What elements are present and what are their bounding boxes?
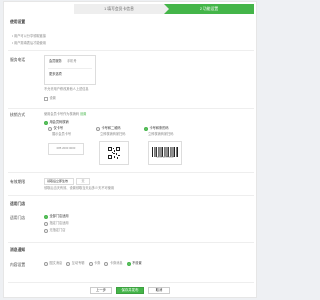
card-number-preview: 085 2000 0000 bbox=[48, 143, 84, 155]
content-option-5[interactable]: 不设置 bbox=[126, 261, 142, 266]
code-option-radio[interactable] bbox=[44, 121, 48, 125]
code-col-3-desc: 立即核销商家扫码 bbox=[148, 132, 174, 136]
services-field-2[interactable]: 手机号 bbox=[67, 59, 77, 64]
services-divider bbox=[48, 68, 92, 69]
content-option-2[interactable]: 互动专辑 bbox=[66, 261, 85, 266]
code-col-2-title: 卡号和二维码 bbox=[101, 126, 121, 131]
content-option-1-label: 图文消息 bbox=[49, 261, 63, 266]
code-col-3-title: 卡号和条形码 bbox=[149, 126, 169, 131]
expire-label: 有效期限 bbox=[10, 180, 26, 184]
save-publish-button[interactable]: 保存并发布 bbox=[116, 287, 144, 294]
step-1[interactable]: 1 填写会员卡信息 bbox=[74, 4, 169, 14]
store-option-2-label: 指定门店适用 bbox=[49, 221, 69, 226]
code-col-3-radio[interactable] bbox=[144, 127, 148, 131]
store-option-3-label: 无指定门店 bbox=[49, 228, 66, 233]
prev-button[interactable]: 上一步 bbox=[90, 287, 112, 294]
qrcode-icon bbox=[108, 147, 120, 159]
store-label: 适用门店 bbox=[10, 216, 26, 220]
code-type-label: 核销方式 bbox=[10, 113, 26, 117]
code-col-1-radio[interactable] bbox=[48, 127, 52, 131]
code-type-subtitle: 使用会员卡号作为核销码 设置 bbox=[44, 112, 86, 117]
content-option-5-radio[interactable] bbox=[126, 262, 131, 266]
store-option-3-radio[interactable] bbox=[44, 229, 48, 233]
services-label: 服务电话 bbox=[10, 58, 26, 62]
content-label: 内容设置 bbox=[10, 263, 26, 267]
code-option-label: 用会员码核销 bbox=[49, 120, 69, 125]
barcode-number: 1234 5678 9012 bbox=[156, 155, 174, 159]
store-options: 全部门店适用 指定门店适用 无指定门店 bbox=[44, 214, 69, 233]
expire-select[interactable]: 领取后立即生效 bbox=[44, 178, 74, 185]
qr-preview bbox=[99, 141, 129, 165]
step-1-label: 1 填写会员卡信息 bbox=[104, 6, 134, 11]
expire-note: 领取后当天有效、设置领取当天后多少天不可使用 bbox=[44, 186, 115, 190]
content-option-4[interactable]: 卡券消息 bbox=[104, 261, 123, 266]
store-option-2-radio[interactable] bbox=[44, 222, 48, 226]
store-option-1-label: 全部门店适用 bbox=[49, 214, 69, 219]
divider bbox=[8, 242, 254, 243]
content-option-2-label: 互动专辑 bbox=[71, 261, 85, 266]
form-card: 1 填写会员卡信息 2 功能设置 使用设置 • 用户可以分享领取链接 • 用户需… bbox=[3, 1, 257, 298]
content-options: 图文消息 互动专辑 卡券 卡券消息 不设置 bbox=[44, 261, 142, 266]
code-variants: 仅卡号 展示会员卡号 085 2000 0000 卡号和二维码 立即核销商家扫码 bbox=[44, 126, 194, 167]
expire-select-text: 领取后立即生效 bbox=[47, 178, 69, 183]
privilege-row: 设置 bbox=[44, 96, 56, 101]
content-option-4-radio[interactable] bbox=[104, 262, 109, 266]
section-notify-title: 消息通知 bbox=[10, 248, 26, 252]
card-number-text: 085 2000 0000 bbox=[56, 146, 76, 151]
section-usage-title: 使用设置 bbox=[10, 20, 26, 24]
code-type-link[interactable]: 设置 bbox=[80, 112, 86, 116]
content-option-5-label: 不设置 bbox=[132, 261, 142, 266]
expire-days-input[interactable]: 天 bbox=[76, 178, 90, 185]
code-col-2-desc: 立即核销商家扫码 bbox=[100, 132, 126, 136]
divider bbox=[8, 195, 254, 196]
content-option-1-radio[interactable] bbox=[44, 262, 48, 266]
usage-bullet-2: • 用户需填表后才能使用 bbox=[12, 41, 46, 45]
services-extra[interactable]: 更多选项 bbox=[49, 72, 62, 77]
code-col-2-radio[interactable] bbox=[96, 127, 100, 131]
code-type-subtitle-text: 使用会员卡号作为核销码 bbox=[44, 112, 80, 116]
services-field-1[interactable]: 会员服务 bbox=[49, 59, 62, 64]
section-store-title: 适用门店 bbox=[10, 202, 26, 206]
expire-days-unit: 天 bbox=[81, 178, 85, 183]
divider bbox=[8, 108, 254, 109]
step-2[interactable]: 2 功能设置 bbox=[164, 4, 254, 14]
code-option-row: 用会员码核销 bbox=[44, 120, 69, 125]
code-col-3-head: 卡号和条形码 bbox=[144, 126, 169, 131]
content-option-3[interactable]: 卡券 bbox=[88, 261, 101, 266]
usage-bullet-1-text: 用户可以分享领取链接 bbox=[14, 34, 46, 38]
store-option-2[interactable]: 指定门店适用 bbox=[44, 221, 69, 226]
store-option-1[interactable]: 全部门店适用 bbox=[44, 214, 69, 219]
cancel-button[interactable]: 取消 bbox=[148, 287, 170, 294]
services-box: 会员服务 手机号 更多选项 bbox=[44, 55, 96, 85]
code-col-2-head: 卡号和二维码 bbox=[96, 126, 121, 131]
content-option-3-label: 卡券 bbox=[94, 261, 101, 266]
content-option-3-radio[interactable] bbox=[88, 262, 93, 266]
divider bbox=[8, 50, 254, 51]
divider bbox=[8, 172, 254, 173]
content-option-2-radio[interactable] bbox=[66, 262, 71, 266]
privilege-checkbox-label: 设置 bbox=[49, 96, 56, 101]
content-option-4-label: 卡券消息 bbox=[109, 261, 123, 266]
barcode-preview: 1234 5678 9012 bbox=[148, 141, 182, 165]
store-option-1-radio[interactable] bbox=[44, 215, 48, 219]
services-note: 不允许用户修改其他人上述信息 bbox=[44, 87, 89, 91]
code-col-1-desc: 展示会员卡号 bbox=[52, 132, 72, 136]
code-col-1-head: 仅卡号 bbox=[48, 126, 64, 131]
step-2-label: 2 功能设置 bbox=[199, 6, 219, 11]
usage-bullet-1: • 用户可以分享领取链接 bbox=[12, 34, 46, 38]
store-option-3[interactable]: 无指定门店 bbox=[44, 228, 69, 233]
usage-bullet-2-text: 用户需填表后才能使用 bbox=[14, 41, 46, 45]
divider bbox=[8, 282, 254, 283]
code-col-1-title: 仅卡号 bbox=[53, 126, 64, 131]
step-indicator: 1 填写会员卡信息 2 功能设置 bbox=[74, 4, 254, 14]
privilege-checkbox[interactable] bbox=[44, 97, 48, 101]
content-option-1[interactable]: 图文消息 bbox=[44, 261, 63, 266]
